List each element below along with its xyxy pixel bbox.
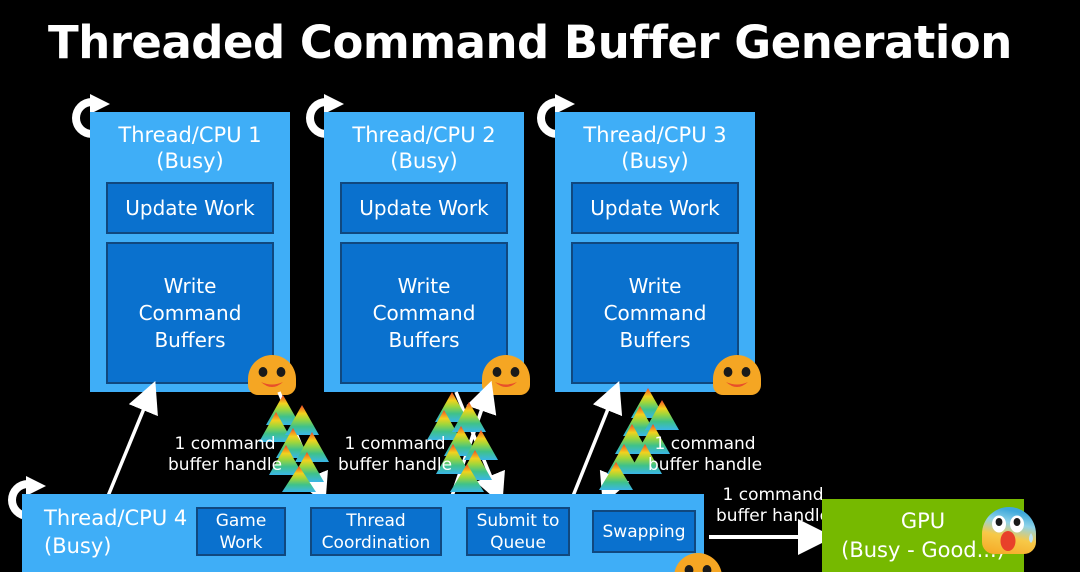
handle-label-4: 1 command buffer handle xyxy=(716,485,830,527)
face-screaming-in-fear-emoji xyxy=(978,500,1040,562)
update-work-label: Update Work xyxy=(125,195,255,220)
handle-label-4-line1: 1 command xyxy=(722,485,824,505)
wcb-line-1: Write xyxy=(397,273,451,298)
task-game-work-line1: Game xyxy=(215,510,267,531)
handle-label-3: 1 command buffer handle xyxy=(648,434,762,476)
task-thread-coordination-line1: Thread xyxy=(346,510,406,531)
thread-cpu-3-status: (Busy) xyxy=(621,149,689,173)
thread-cpu-4-bar[interactable]: Thread/CPU 4 (Busy) Game Work Thread Coo… xyxy=(22,494,704,572)
wcb-line-3: Buffers xyxy=(388,327,460,352)
wcb-line-3: Buffers xyxy=(619,327,691,352)
task-game-work-line2: Work xyxy=(219,532,263,553)
wcb-line-1: Write xyxy=(163,273,217,298)
thread-cpu-3-header: Thread/CPU 3 (Busy) xyxy=(555,112,755,174)
thread-cpu-1-header: Thread/CPU 1 (Busy) xyxy=(90,112,290,174)
update-work-label: Update Work xyxy=(359,195,489,220)
task-submit-to-queue-line2: Queue xyxy=(490,532,546,553)
handle-label-1: 1 command buffer handle xyxy=(168,434,282,476)
wcb-line-2: Command xyxy=(138,300,242,325)
page-title: Threaded Command Buffer Generation xyxy=(48,16,1012,69)
thread-cpu-4-status: (Busy) xyxy=(44,534,112,558)
thread-cpu-1-name: Thread/CPU 1 xyxy=(118,123,262,147)
thread-cpu-2-update-work[interactable]: Update Work xyxy=(340,182,508,234)
thread-cpu-2-name: Thread/CPU 2 xyxy=(352,123,496,147)
task-submit-to-queue[interactable]: Submit to Queue xyxy=(466,507,570,556)
handle-label-2: 1 command buffer handle xyxy=(338,434,452,476)
smiling-face-emoji xyxy=(478,345,534,401)
gpu-name: GPU xyxy=(900,508,946,533)
update-work-label: Update Work xyxy=(590,195,720,220)
thread-cpu-1-status: (Busy) xyxy=(156,149,224,173)
task-swapping-line1: Swapping xyxy=(602,521,686,542)
task-thread-coordination[interactable]: Thread Coordination xyxy=(310,507,442,556)
thread-cpu-2-status: (Busy) xyxy=(390,149,458,173)
handle-label-1-line2: buffer handle xyxy=(168,455,283,475)
task-game-work[interactable]: Game Work xyxy=(196,507,286,556)
handle-label-2-line2: buffer handle xyxy=(338,455,453,475)
thread-cpu-1-update-work[interactable]: Update Work xyxy=(106,182,274,234)
thread-cpu-2-header: Thread/CPU 2 (Busy) xyxy=(324,112,524,174)
handle-label-3-line1: 1 command xyxy=(654,434,756,454)
smiling-face-emoji xyxy=(244,345,300,401)
handle-label-1-line1: 1 command xyxy=(174,434,276,454)
thread-cpu-4-name: Thread/CPU 4 xyxy=(44,506,188,530)
handle-label-2-line1: 1 command xyxy=(344,434,446,454)
wcb-line-3: Buffers xyxy=(154,327,226,352)
slide-canvas: Threaded Command Buffer Generation Threa… xyxy=(0,0,1080,572)
wcb-line-1: Write xyxy=(628,273,682,298)
smiling-face-emoji xyxy=(709,345,765,401)
handle-label-3-line2: buffer handle xyxy=(648,455,763,475)
wcb-line-2: Command xyxy=(603,300,707,325)
task-submit-to-queue-line1: Submit to xyxy=(476,510,560,531)
wcb-line-2: Command xyxy=(372,300,476,325)
handle-label-4-line2: buffer handle xyxy=(716,506,831,526)
thread-cpu-3-update-work[interactable]: Update Work xyxy=(571,182,739,234)
smiling-face-emoji xyxy=(670,543,726,572)
thread-cpu-4-header: Thread/CPU 4 (Busy) xyxy=(44,504,187,560)
task-thread-coordination-line2: Coordination xyxy=(321,532,431,553)
thread-cpu-3-name: Thread/CPU 3 xyxy=(583,123,727,147)
